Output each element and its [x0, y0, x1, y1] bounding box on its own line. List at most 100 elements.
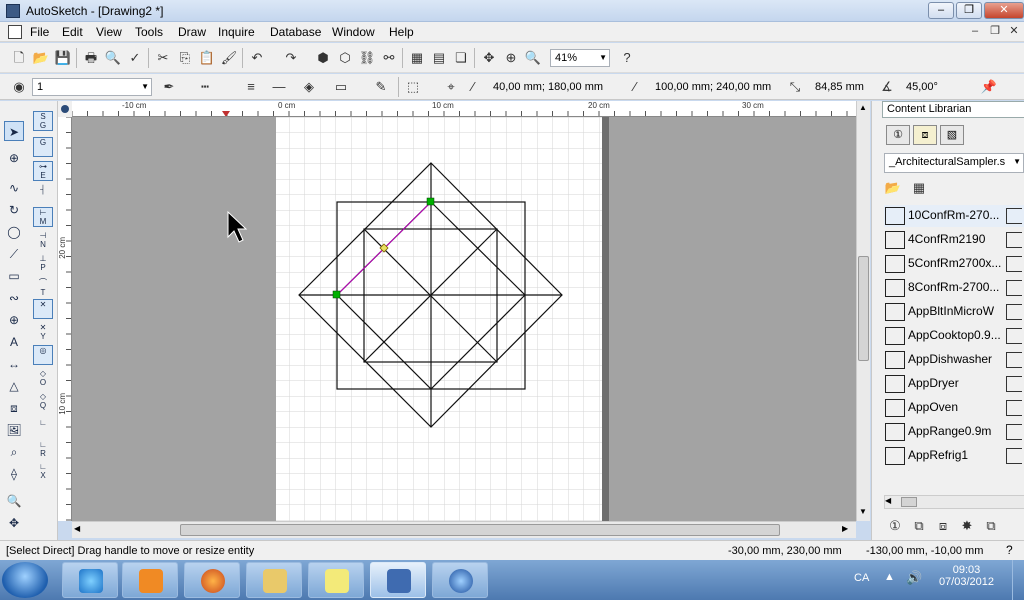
- point2-readout[interactable]: 100,00 mm; 240,00 mm: [655, 81, 771, 93]
- line-style-icon[interactable]: ┅: [196, 78, 214, 96]
- snap-midpoint-icon[interactable]: ⊢ M: [33, 207, 53, 227]
- pan-icon[interactable]: ✥: [480, 49, 498, 67]
- eyedropper-icon[interactable]: ✎: [372, 78, 390, 96]
- library-view-icon[interactable]: ▦: [910, 179, 928, 197]
- vertical-scrollbar[interactable]: ▲ ▼: [856, 101, 870, 521]
- taskbar-app-button[interactable]: [432, 562, 488, 598]
- snap-intersection-icon[interactable]: ┤: [33, 184, 53, 204]
- list-item[interactable]: AppRefrig1: [884, 445, 1024, 467]
- taskbar-sticky-notes-button[interactable]: [308, 562, 364, 598]
- layers-icon[interactable]: ❏: [452, 49, 470, 67]
- search-tool-icon[interactable]: 🔍: [4, 491, 24, 511]
- undo-icon[interactable]: ↶: [248, 49, 266, 67]
- snap-grid-icon[interactable]: SG: [33, 111, 53, 131]
- doc-close-button[interactable]: ✕: [1005, 24, 1023, 39]
- show-desktop-button[interactable]: [1012, 560, 1024, 600]
- taskbar-ie-button[interactable]: [62, 562, 118, 598]
- menu-database[interactable]: Database: [270, 25, 321, 39]
- pen-color-icon[interactable]: ✒: [160, 78, 178, 96]
- format-painter-icon[interactable]: 🖌: [220, 49, 238, 67]
- panel-scroll-left-icon[interactable]: ◀: [885, 496, 891, 505]
- image-tool-icon[interactable]: 🖼: [4, 420, 24, 440]
- selection-handle-end[interactable]: [426, 197, 435, 206]
- list-item[interactable]: 10ConfRm-270...: [884, 205, 1024, 227]
- menu-file[interactable]: File: [30, 25, 49, 39]
- list-item[interactable]: AppDryer: [884, 373, 1024, 395]
- menu-tools[interactable]: Tools: [135, 25, 163, 39]
- menu-inquire[interactable]: Inquire: [218, 25, 255, 39]
- list-item[interactable]: 4ConfRm2190: [884, 229, 1024, 251]
- minimize-button[interactable]: –: [928, 2, 954, 19]
- open-library-icon[interactable]: 📂: [884, 179, 902, 197]
- clock[interactable]: 09:03 07/03/2012: [939, 564, 994, 588]
- scroll-up-arrow-icon[interactable]: ▲: [859, 103, 867, 112]
- point1-readout[interactable]: 40,00 mm; 180,00 mm: [493, 81, 603, 93]
- tab-library-icon[interactable]: ①: [886, 125, 910, 145]
- taskbar-autosketch-button[interactable]: [370, 562, 426, 598]
- line-tool-icon[interactable]: ∿: [4, 178, 24, 198]
- snap-geometry-icon[interactable]: G: [33, 137, 53, 157]
- line-weight-icon[interactable]: ≡: [242, 78, 260, 96]
- zoom-window-icon[interactable]: ⊕: [502, 49, 520, 67]
- snap-center-icon[interactable]: ✕: [33, 299, 53, 319]
- horizontal-scroll-thumb[interactable]: [180, 524, 780, 536]
- start-button[interactable]: [2, 562, 48, 598]
- snap-rectangle-icon[interactable]: ∟ R: [33, 439, 53, 459]
- group-icon[interactable]: ⬢: [314, 49, 332, 67]
- panel-horizontal-scrollbar[interactable]: ◀: [884, 495, 1024, 509]
- restore-button[interactable]: ❐: [956, 2, 982, 19]
- snap-quad-icon[interactable]: ◇ Q: [33, 391, 53, 411]
- list-item[interactable]: 8ConfRm-2700...: [884, 277, 1024, 299]
- taskbar-firefox-button[interactable]: [184, 562, 240, 598]
- panel-tool-1-icon[interactable]: ①: [886, 517, 904, 535]
- print-preview-icon[interactable]: 🔍: [104, 49, 122, 67]
- snap-quadrant-icon[interactable]: ✕ Y: [33, 322, 53, 342]
- tab-symbols-icon[interactable]: ⧈: [913, 125, 937, 145]
- zoom-tool-icon[interactable]: ⊕: [4, 148, 24, 168]
- selection-handle-start[interactable]: [332, 290, 341, 299]
- menu-window[interactable]: Window: [332, 25, 375, 39]
- fill-pattern-icon[interactable]: ▭: [332, 78, 350, 96]
- language-indicator[interactable]: CA: [854, 572, 869, 584]
- library-select[interactable]: _ArchitecturalSampler.s ▼: [884, 153, 1024, 173]
- horizontal-scrollbar[interactable]: ◀ ▶: [72, 521, 856, 538]
- triangle-tool-icon[interactable]: △: [4, 376, 24, 396]
- polyline-tool-icon[interactable]: ⟋: [4, 244, 24, 264]
- pin-icon[interactable]: 📌: [980, 78, 998, 96]
- scroll-left-arrow-icon[interactable]: ◀: [74, 524, 80, 533]
- vertical-scroll-thumb[interactable]: [858, 256, 869, 361]
- snap-angle-icon[interactable]: ∟ X: [33, 461, 53, 481]
- grid-snap-icon[interactable]: ▤: [430, 49, 448, 67]
- taskbar-media-button[interactable]: [122, 562, 178, 598]
- save-icon[interactable]: 💾: [54, 49, 72, 67]
- curve-tool-icon[interactable]: ∾: [4, 288, 24, 308]
- paste-icon[interactable]: 📋: [198, 49, 216, 67]
- circle-tool-icon[interactable]: ◯: [4, 222, 24, 242]
- volume-icon[interactable]: 🔊: [906, 570, 922, 586]
- new-icon[interactable]: 🗋: [10, 49, 28, 67]
- snap-object-icon[interactable]: ◇ O: [33, 368, 53, 388]
- open-icon[interactable]: 📂: [32, 49, 50, 67]
- doc-minimize-button[interactable]: –: [966, 24, 984, 39]
- scroll-down-arrow-icon[interactable]: ▼: [859, 507, 867, 516]
- grid-icon[interactable]: ▦: [408, 49, 426, 67]
- snap-tangent-icon[interactable]: ⌒ T: [33, 276, 53, 297]
- menu-help[interactable]: Help: [389, 25, 414, 39]
- panel-tool-5-icon[interactable]: ⧉: [982, 517, 1000, 535]
- arc-tool-icon[interactable]: ↻: [4, 200, 24, 220]
- transform-icon[interactable]: ⬚: [404, 78, 422, 96]
- line-end-icon[interactable]: —: [270, 78, 288, 96]
- panel-tool-2-icon[interactable]: ⧉: [910, 517, 928, 535]
- doc-restore-button[interactable]: ❐: [986, 24, 1004, 39]
- point-icon[interactable]: ⌖: [442, 78, 460, 96]
- length-readout[interactable]: 84,85 mm: [815, 81, 864, 93]
- tab-hatch-icon[interactable]: ▧: [940, 125, 964, 145]
- measure-tool-icon[interactable]: ⌕: [4, 442, 24, 462]
- dimension-tool-icon[interactable]: ↔: [4, 354, 24, 374]
- cut-icon[interactable]: ✂: [154, 49, 172, 67]
- menu-edit[interactable]: Edit: [62, 25, 83, 39]
- zoom-in-icon[interactable]: 🔍: [524, 49, 542, 67]
- menu-draw[interactable]: Draw: [178, 25, 206, 39]
- link-icon[interactable]: ⛓: [358, 49, 376, 67]
- unlink-icon[interactable]: ⚯: [380, 49, 398, 67]
